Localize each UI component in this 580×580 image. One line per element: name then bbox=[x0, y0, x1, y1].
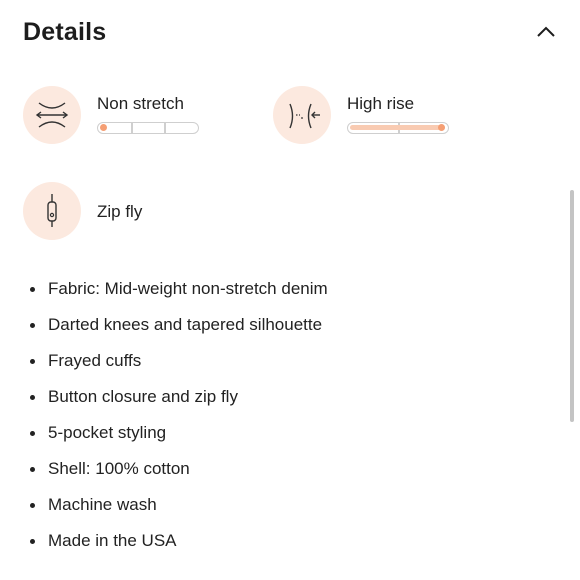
feature-stretch: Non stretch bbox=[23, 86, 243, 144]
bullet-icon bbox=[30, 467, 35, 472]
detail-list-item: Darted knees and tapered silhouette bbox=[30, 312, 328, 348]
zip-icon-badge bbox=[23, 182, 81, 240]
meter-indicator bbox=[100, 124, 107, 131]
stretch-label: Non stretch bbox=[97, 94, 184, 113]
detail-list-item: Made in the USA bbox=[30, 528, 328, 564]
stretch-icon-badge bbox=[23, 86, 81, 144]
rise-icon-badge bbox=[273, 86, 331, 144]
bullet-icon bbox=[30, 431, 35, 436]
detail-list-item: Button closure and zip fly bbox=[30, 384, 328, 420]
bullet-icon bbox=[30, 395, 35, 400]
detail-list-item: 5-pocket styling bbox=[30, 420, 328, 456]
closure-label: Zip fly bbox=[97, 202, 143, 221]
collapse-button[interactable] bbox=[531, 16, 561, 46]
meter-fill bbox=[350, 125, 445, 130]
stretch-icon bbox=[35, 102, 69, 128]
feature-rise: High rise bbox=[273, 86, 493, 144]
detail-list-item: Frayed cuffs bbox=[30, 348, 328, 384]
meter-segment-divider bbox=[131, 123, 133, 133]
stretch-meter bbox=[97, 122, 199, 134]
meter-indicator bbox=[438, 124, 445, 131]
bullet-icon bbox=[30, 323, 35, 328]
bullet-icon bbox=[30, 287, 35, 292]
detail-text: Shell: 100% cotton bbox=[48, 459, 190, 478]
detail-text: Darted knees and tapered silhouette bbox=[48, 315, 323, 334]
detail-list-item: Shell: 100% cotton bbox=[30, 456, 328, 492]
section-title: Details bbox=[23, 18, 107, 46]
detail-text: 5-pocket styling bbox=[48, 423, 167, 442]
chevron-up-icon bbox=[537, 26, 555, 37]
details-list: Fabric: Mid-weight non-stretch denim Dart… bbox=[30, 276, 328, 564]
details-header: Details bbox=[23, 14, 563, 54]
scrollbar[interactable] bbox=[570, 190, 574, 422]
rise-icon bbox=[289, 103, 320, 129]
rise-meter bbox=[347, 122, 449, 134]
detail-text: Made in the USA bbox=[48, 531, 177, 550]
bullet-icon bbox=[30, 359, 35, 364]
detail-text: Machine wash bbox=[48, 495, 157, 514]
meter-segment-divider bbox=[164, 123, 166, 133]
bullet-icon bbox=[30, 539, 35, 544]
detail-list-item: Fabric: Mid-weight non-stretch denim bbox=[30, 276, 328, 312]
detail-text: Fabric: Mid-weight non-stretch denim bbox=[48, 279, 328, 298]
detail-text: Button closure and zip fly bbox=[48, 387, 238, 406]
zip-icon bbox=[47, 194, 57, 227]
feature-closure: Zip fly bbox=[23, 182, 243, 240]
detail-list-item: Machine wash bbox=[30, 492, 328, 528]
bullet-icon bbox=[30, 503, 35, 508]
rise-label: High rise bbox=[347, 94, 415, 113]
detail-text: Frayed cuffs bbox=[48, 351, 142, 370]
